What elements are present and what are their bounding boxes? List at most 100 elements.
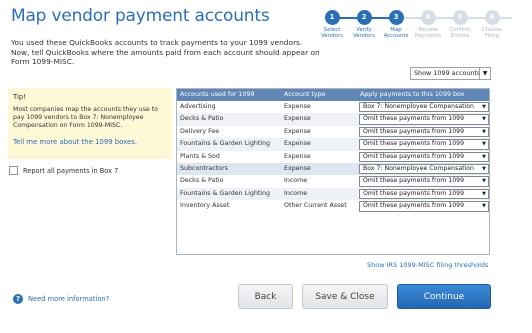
- box-value: Omit these payments from 1099: [363, 177, 465, 185]
- step-number: 4: [420, 10, 436, 25]
- account-cell: Advertising: [180, 103, 216, 110]
- info-circle-icon: ?: [13, 294, 23, 304]
- type-cell: Expense: [284, 165, 311, 172]
- box-value: Omit these payments from 1099: [363, 127, 465, 135]
- account-mapping-table: Accounts used for 1099 Account type Appl…: [176, 88, 490, 255]
- step-select-vendors[interactable]: 1 Select Vendors: [317, 10, 347, 40]
- account-cell: Subcontractors: [180, 165, 228, 172]
- step-review-payments: 4 Review Payments: [413, 10, 443, 40]
- type-cell: Expense: [284, 103, 311, 110]
- step-label-line2: Filing: [484, 33, 500, 40]
- box-dropdown[interactable]: Omit these payments from 1099 ▼: [359, 139, 489, 150]
- show-accounts-dropdown[interactable]: Show 1099 accounts ▼: [410, 67, 491, 80]
- box-value: Box 7: Nonemployee Compensation: [363, 103, 474, 110]
- caret-down-icon: ▼: [482, 128, 486, 135]
- progress-stepper: 1 Select Vendors 2 Verify Vendors 3 Map Acc…: [315, 10, 525, 50]
- type-cell: Other Current Asset: [284, 202, 347, 210]
- step-label-line2: Payments: [414, 33, 442, 40]
- type-cell: Expense: [284, 127, 311, 135]
- filing-thresholds-link[interactable]: Show IRS 1099-MISC filing thresholds: [367, 261, 488, 269]
- step-number: 2: [356, 10, 372, 25]
- column-header-account: Accounts used for 1099: [180, 91, 255, 98]
- step-label-line2: Vendors: [321, 33, 343, 40]
- step-map-accounts[interactable]: 3 Map Accounts: [381, 10, 411, 40]
- caret-down-icon: ▼: [479, 68, 490, 79]
- table-row[interactable]: Fountains & Garden Lighting Income Omit …: [177, 187, 489, 201]
- box-value: Box 7: Nonemployee Compensation: [363, 165, 474, 172]
- step-number: 1: [324, 10, 340, 25]
- account-cell: Decks & Patio: [180, 115, 224, 123]
- tip-body: Most companies map the accounts they use…: [13, 106, 158, 129]
- report-all-label: Report all payments in Box 7: [23, 166, 119, 175]
- account-cell: Plants & Sod: [180, 152, 220, 160]
- continue-button[interactable]: Continue: [397, 284, 491, 309]
- caret-down-icon: ▼: [482, 104, 486, 110]
- need-more-info-link[interactable]: ? Need more information?: [13, 294, 109, 304]
- box-dropdown[interactable]: Omit these payments from 1099 ▼: [359, 126, 489, 138]
- table-row[interactable]: Fountains & Garden Lighting Expense Omit…: [177, 138, 489, 151]
- step-label-line2: Entries: [450, 33, 470, 40]
- box-dropdown[interactable]: Omit these payments from 1099 ▼: [359, 176, 489, 187]
- table-row[interactable]: Inventory Asset Other Current Asset Omit…: [177, 200, 489, 212]
- report-all-box7-checkbox[interactable]: Report all payments in Box 7: [9, 166, 118, 175]
- box-dropdown[interactable]: Omit these payments from 1099 ▼: [359, 188, 489, 200]
- type-cell: Expense: [284, 152, 311, 160]
- tip-1099-boxes-link[interactable]: Tell me more about the 1099 boxes.: [13, 138, 137, 146]
- step-label-line1: Confirm: [449, 27, 471, 33]
- box-value: Omit these payments from 1099: [363, 152, 465, 160]
- step-choose-filing: 6 Choose Filing: [477, 10, 507, 40]
- tip-heading: Tip!: [13, 93, 26, 101]
- box-dropdown[interactable]: Box 7: Nonemployee Compensation ▼: [359, 164, 489, 175]
- step-label-line2: Accounts: [383, 33, 409, 40]
- caret-down-icon: ▼: [482, 166, 486, 172]
- step-label-line2: Vendors: [353, 33, 375, 40]
- step-label-line1: Map: [390, 27, 402, 33]
- step-label-line1: Review: [418, 27, 438, 33]
- box-value: Omit these payments from 1099: [363, 202, 465, 210]
- account-cell: Inventory Asset: [180, 202, 230, 210]
- caret-down-icon: ▼: [482, 153, 486, 160]
- type-cell: Income: [284, 189, 308, 197]
- table-row[interactable]: Decks & Patio Expense Omit these payment…: [177, 113, 489, 126]
- box-dropdown[interactable]: Omit these payments from 1099 ▼: [359, 151, 489, 162]
- account-cell: Fountains & Garden Lighting: [180, 189, 271, 197]
- step-label-line1: Choose: [482, 27, 502, 33]
- box-dropdown[interactable]: Omit these payments from 1099 ▼: [359, 114, 489, 125]
- account-cell: Fountains & Garden Lighting: [180, 140, 271, 148]
- intro-text: You used these QuickBooks accounts to tr…: [11, 38, 320, 67]
- column-header-box: Apply payments to this 1099 box: [360, 91, 465, 98]
- step-number: 6: [484, 10, 500, 25]
- caret-down-icon: ▼: [482, 141, 486, 148]
- account-cell: Decks & Patio: [180, 177, 224, 185]
- step-confirm-entries: 5 Confirm Entries: [445, 10, 475, 40]
- help-label: Need more information?: [28, 295, 110, 303]
- step-label-line1: Verify: [356, 27, 372, 33]
- checkbox-square[interactable]: [9, 166, 18, 175]
- back-button[interactable]: Back: [238, 284, 293, 309]
- box-value: Omit these payments from 1099: [363, 115, 465, 123]
- column-header-type: Account type: [284, 91, 326, 98]
- page-title: Map vendor payment accounts: [11, 6, 270, 26]
- table-row[interactable]: Plants & Sod Expense Omit these payments…: [177, 151, 489, 163]
- tip-panel: Tip! Most companies map the accounts the…: [8, 88, 172, 159]
- table-row[interactable]: Subcontractors Expense Box 7: Nonemploye…: [177, 163, 489, 176]
- box-dropdown[interactable]: Box 7: Nonemployee Compensation ▼: [359, 102, 489, 113]
- table-row[interactable]: Advertising Expense Box 7: Nonemployee C…: [177, 101, 489, 113]
- table-row[interactable]: Delivery Fee Expense Omit these payments…: [177, 126, 489, 138]
- step-number: 5: [452, 10, 468, 25]
- type-cell: Expense: [284, 115, 311, 123]
- step-verify-vendors[interactable]: 2 Verify Vendors: [349, 10, 379, 40]
- box-dropdown[interactable]: Omit these payments from 1099 ▼: [359, 201, 489, 212]
- type-cell: Income: [284, 177, 308, 185]
- box-value: Omit these payments from 1099: [363, 140, 465, 148]
- caret-down-icon: ▼: [482, 203, 486, 210]
- caret-down-icon: ▼: [482, 116, 486, 123]
- show-accounts-value: Show 1099 accounts: [414, 69, 481, 77]
- save-close-button[interactable]: Save & Close: [302, 284, 388, 309]
- box-value: Omit these payments from 1099: [363, 189, 465, 197]
- caret-down-icon: ▼: [482, 178, 486, 185]
- step-number: 3: [388, 10, 404, 25]
- caret-down-icon: ▼: [482, 190, 486, 197]
- step-label-line1: Select: [323, 27, 341, 33]
- table-row[interactable]: Decks & Patio Income Omit these payments…: [177, 175, 489, 187]
